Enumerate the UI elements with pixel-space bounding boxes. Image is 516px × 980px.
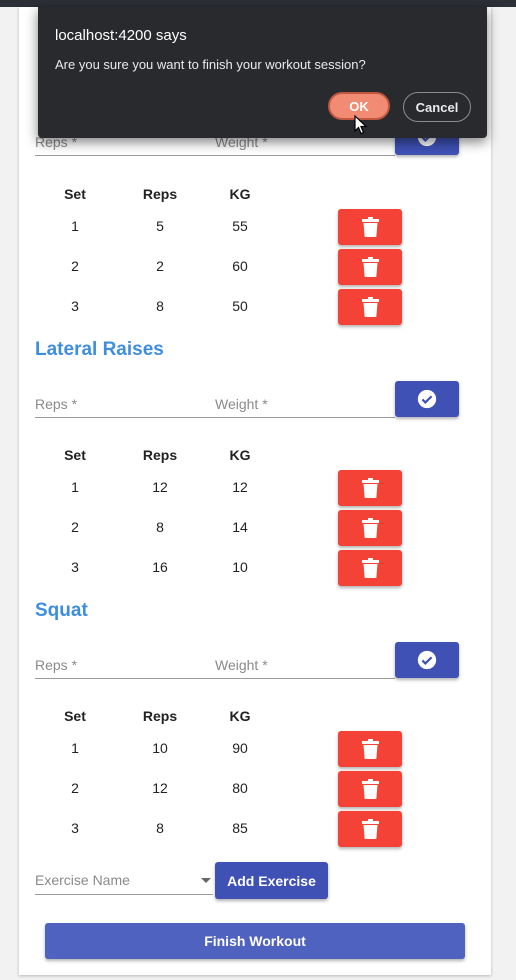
add-exercise-button[interactable]: Add Exercise (215, 862, 328, 899)
browser-top-bar (0, 0, 516, 7)
add-set-button[interactable] (395, 381, 459, 417)
cell-reps: 8 (156, 298, 164, 314)
dialog-message: Are you sure you want to finish your wor… (55, 57, 366, 72)
cancel-button[interactable]: Cancel (403, 92, 471, 122)
cell-reps: 8 (156, 820, 164, 836)
cell-kg: 55 (232, 218, 248, 234)
header-reps: Reps (142, 708, 178, 724)
cell-kg: 60 (232, 258, 248, 274)
exercise-title: Lateral Raises (35, 339, 164, 360)
trash-icon (361, 217, 379, 237)
cell-set: 3 (71, 559, 79, 575)
cell-reps: 8 (156, 519, 164, 535)
delete-set-button[interactable] (338, 289, 402, 325)
cell-set: 2 (71, 258, 79, 274)
delete-set-button[interactable] (338, 811, 402, 847)
cell-kg: 90 (232, 740, 248, 756)
cell-set: 1 (71, 218, 79, 234)
cell-set: 3 (71, 820, 79, 836)
finish-workout-button[interactable]: Finish Workout (45, 923, 465, 959)
cell-kg: 50 (232, 298, 248, 314)
cell-kg: 85 (232, 820, 248, 836)
cell-kg: 14 (232, 519, 248, 535)
delete-set-button[interactable] (338, 249, 402, 285)
cell-set: 1 (71, 479, 79, 495)
check-circle-icon (417, 650, 437, 670)
delete-set-button[interactable] (338, 771, 402, 807)
header-kg: KG (229, 708, 251, 724)
confirm-dialog: localhost:4200 says Are you sure you wan… (38, 7, 487, 138)
trash-icon (361, 739, 379, 759)
add-set-button[interactable] (395, 642, 459, 678)
cell-set: 2 (71, 519, 79, 535)
trash-icon (361, 819, 379, 839)
check-circle-icon (417, 389, 437, 409)
trash-icon (361, 297, 379, 317)
cell-reps: 10 (152, 740, 168, 756)
cell-reps: 12 (152, 780, 168, 796)
trash-icon (361, 779, 379, 799)
header-set: Set (64, 186, 86, 202)
delete-set-button[interactable] (338, 510, 402, 546)
header-reps: Reps (142, 447, 178, 463)
header-kg: KG (229, 447, 251, 463)
delete-set-button[interactable] (338, 731, 402, 767)
reps-input[interactable]: Reps * Weight * (35, 393, 395, 418)
reps-placeholder: Reps * (35, 396, 78, 412)
mouse-cursor-icon (354, 115, 368, 135)
header-reps: Reps (142, 186, 178, 202)
cell-reps: 12 (152, 479, 168, 495)
cell-kg: 10 (232, 559, 248, 575)
cell-set: 1 (71, 740, 79, 756)
trash-icon (361, 478, 379, 498)
header-set: Set (64, 447, 86, 463)
exercise-name-select[interactable]: Exercise Name (35, 867, 213, 895)
trash-icon (361, 257, 379, 277)
cell-reps: 2 (156, 258, 164, 274)
header-kg: KG (229, 186, 251, 202)
chevron-down-icon (201, 878, 211, 883)
dialog-title: localhost:4200 says (55, 27, 187, 44)
reps-placeholder: Reps * (35, 657, 78, 673)
exercise-name-placeholder: Exercise Name (35, 872, 130, 888)
weight-input[interactable]: Weight * (215, 654, 268, 676)
delete-set-button[interactable] (338, 550, 402, 586)
exercise-title: Squat (35, 600, 88, 621)
trash-icon (361, 518, 379, 538)
weight-input[interactable]: Weight * (215, 393, 268, 415)
reps-input[interactable]: Reps * Weight * (35, 654, 395, 679)
delete-set-button[interactable] (338, 209, 402, 245)
cell-set: 3 (71, 298, 79, 314)
trash-icon (361, 558, 379, 578)
cell-reps: 5 (156, 218, 164, 234)
header-set: Set (64, 708, 86, 724)
cell-kg: 12 (232, 479, 248, 495)
cell-kg: 80 (232, 780, 248, 796)
cell-reps: 16 (152, 559, 168, 575)
cell-set: 2 (71, 780, 79, 796)
delete-set-button[interactable] (338, 470, 402, 506)
